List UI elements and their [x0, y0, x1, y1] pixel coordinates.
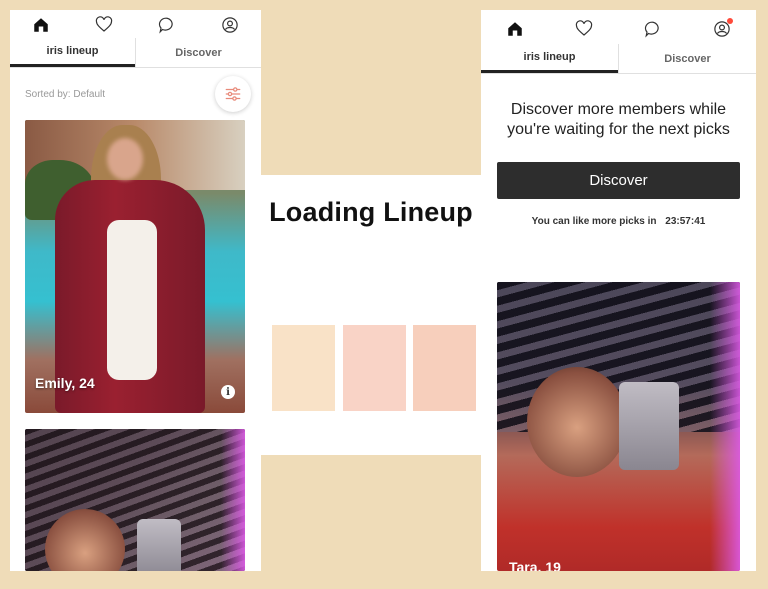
photo-person — [527, 367, 627, 477]
loading-placeholder-2 — [343, 325, 406, 411]
discover-message: Discover more members while you're waiti… — [507, 101, 730, 138]
sliders-icon — [225, 87, 241, 101]
tab-iris-lineup[interactable]: iris lineup — [481, 44, 618, 73]
tab-iris-lineup[interactable]: iris lineup — [10, 38, 135, 67]
lineup-tabs: iris lineup Discover — [10, 38, 261, 68]
home-icon[interactable] — [31, 15, 51, 35]
discover-button[interactable]: Discover — [497, 162, 740, 199]
timer-label: You can like more picks in — [531, 216, 657, 227]
sort-row: Sorted by: Default — [10, 68, 261, 120]
profile-card-photo[interactable]: Tara, 19 — [497, 282, 740, 571]
profile-name: Emily, 24 — [35, 375, 95, 391]
tab-discover[interactable]: Discover — [135, 38, 261, 67]
photo-phone — [619, 382, 679, 470]
photo-dress — [107, 220, 157, 380]
filter-button[interactable] — [215, 76, 251, 112]
loading-title: Loading Lineup — [269, 197, 473, 227]
profile-icon[interactable] — [220, 15, 240, 35]
lineup-tabs: iris lineup Discover — [481, 44, 756, 74]
top-nav-bar — [481, 10, 756, 44]
profile-name: Tara, 19 — [509, 559, 561, 571]
chat-icon[interactable] — [643, 19, 663, 39]
lineup-screen-left: iris lineup Discover Sorted by: Default … — [10, 10, 261, 571]
sort-label[interactable]: Sorted by: Default — [25, 89, 105, 100]
profile-card-photo-2[interactable] — [25, 429, 245, 571]
top-nav-bar — [10, 10, 261, 38]
profile-card-photo[interactable]: Emily, 24 i — [25, 120, 245, 413]
photo-phone — [137, 519, 181, 571]
chat-icon[interactable] — [157, 15, 177, 35]
home-icon[interactable] — [505, 19, 525, 39]
photo-light — [221, 429, 245, 571]
info-icon[interactable]: i — [221, 385, 235, 399]
blurred-face — [107, 138, 143, 180]
pick-timer: You can like more picks in 23:57:41 — [481, 216, 756, 227]
loading-placeholder-1 — [272, 325, 335, 411]
profile-icon[interactable] — [712, 18, 733, 39]
loading-placeholder-3 — [413, 325, 476, 411]
loading-panel: Loading Lineup — [261, 175, 481, 455]
heart-icon[interactable] — [94, 15, 114, 35]
heart-icon[interactable] — [574, 19, 594, 39]
lineup-screen-right: iris lineup Discover Discover more membe… — [481, 10, 756, 571]
notification-dot — [726, 18, 733, 24]
photo-light — [710, 282, 740, 571]
timer-value: 23:57:41 — [665, 216, 706, 227]
tab-discover[interactable]: Discover — [618, 44, 756, 73]
